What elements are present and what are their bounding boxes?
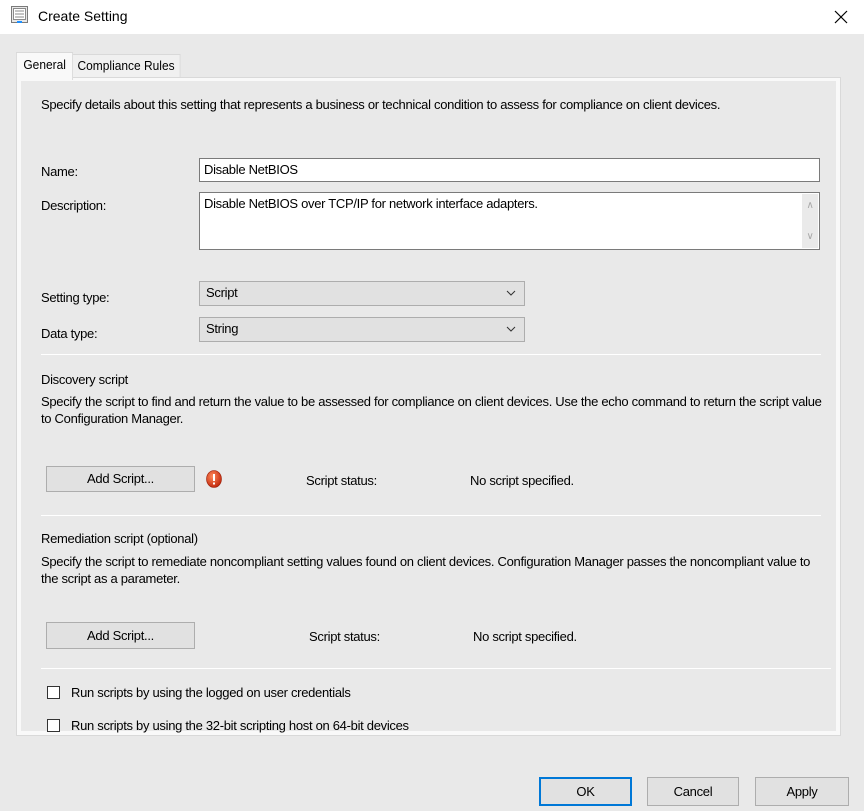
error-icon <box>206 470 222 488</box>
name-input[interactable]: Disable NetBIOS <box>199 158 820 182</box>
apply-button[interactable]: Apply <box>755 777 849 806</box>
32bit-host-checkbox[interactable] <box>47 719 60 732</box>
panel-content: Specify details about this setting that … <box>21 81 836 733</box>
tab-general[interactable]: General <box>16 52 74 80</box>
dialog-form-icon <box>11 6 28 23</box>
general-tab-panel: Specify details about this setting that … <box>16 77 841 736</box>
intro-text: Specify details about this setting that … <box>41 97 721 112</box>
remediation-description: Specify the script to remediate noncompl… <box>41 554 811 586</box>
remediation-heading: Remediation script (optional) <box>41 531 198 546</box>
cancel-button[interactable]: Cancel <box>647 777 739 806</box>
logged-on-credentials-label[interactable]: Run scripts by using the logged on user … <box>71 685 351 700</box>
description-value: Disable NetBIOS over TCP/IP for network … <box>204 196 538 211</box>
remediation-status-label: Script status: <box>309 629 380 644</box>
ok-button[interactable]: OK <box>539 777 632 806</box>
discovery-status-value: No script specified. <box>470 473 574 488</box>
tab-strip: General Compliance Rules <box>16 52 190 80</box>
32bit-host-label[interactable]: Run scripts by using the 32-bit scriptin… <box>71 718 409 733</box>
description-textarea[interactable]: Disable NetBIOS over TCP/IP for network … <box>199 192 820 250</box>
description-scrollbar[interactable]: ∧ ∨ <box>802 194 818 248</box>
discovery-description: Specify the script to find and return th… <box>41 394 822 426</box>
separator <box>41 354 821 355</box>
title-bar: Create Setting <box>0 0 864 34</box>
remediation-status-value: No script specified. <box>473 629 577 644</box>
setting-type-dropdown[interactable]: Script <box>199 281 525 306</box>
dialog-title: Create Setting <box>38 8 128 24</box>
close-icon <box>834 10 848 24</box>
separator <box>41 515 821 516</box>
setting-type-label: Setting type: <box>41 290 110 305</box>
chevron-down-icon <box>506 326 516 332</box>
discovery-status-label: Script status: <box>306 473 377 488</box>
add-remediation-script-button[interactable]: Add Script... <box>46 622 195 649</box>
data-type-value: String <box>206 321 239 336</box>
chevron-down-icon <box>506 290 516 296</box>
data-type-dropdown[interactable]: String <box>199 317 525 342</box>
close-button[interactable] <box>818 0 864 34</box>
scroll-down-icon[interactable]: ∨ <box>806 231 813 242</box>
add-discovery-script-button[interactable]: Add Script... <box>46 466 195 492</box>
logged-on-credentials-checkbox[interactable] <box>47 686 60 699</box>
scroll-up-icon[interactable]: ∧ <box>806 200 813 211</box>
separator <box>41 668 831 669</box>
setting-type-value: Script <box>206 285 238 300</box>
description-label: Description: <box>41 198 107 213</box>
discovery-heading: Discovery script <box>41 372 128 387</box>
data-type-label: Data type: <box>41 326 98 341</box>
name-label: Name: <box>41 164 78 179</box>
